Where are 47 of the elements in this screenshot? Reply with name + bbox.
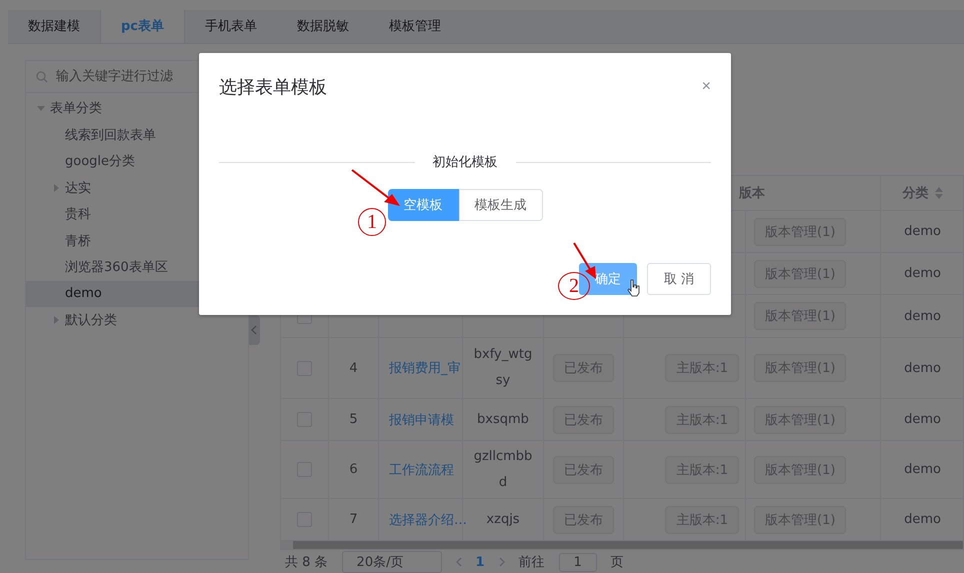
row-index: 5 [349, 412, 358, 427]
chevron-left-icon[interactable] [456, 557, 462, 567]
tab[interactable]: 模板管理 [369, 10, 462, 43]
category-text: demo [904, 462, 941, 477]
template-option[interactable]: 模板生成 [458, 189, 542, 221]
form-name-link[interactable]: 工作流流程 [389, 460, 454, 478]
section-label: 初始化模板 [432, 154, 498, 171]
tab[interactable]: 数据脱敏 [277, 10, 370, 43]
close-button[interactable]: × [702, 78, 711, 96]
category-text: demo [904, 266, 941, 281]
horizontal-scrollbar[interactable] [281, 541, 963, 549]
row-index: 7 [349, 512, 358, 527]
form-name-link[interactable]: 选择器介绍… [389, 510, 467, 528]
page-unit: 页 [610, 554, 624, 571]
annotation-arrow [350, 168, 402, 208]
form-code: bxfy_wtgsy [473, 346, 533, 390]
cancel-button[interactable]: 取 消 [646, 263, 711, 295]
category-text: demo [904, 308, 941, 324]
category-text: demo [904, 412, 941, 427]
tab[interactable]: 数据建模 [8, 10, 100, 43]
step-number: 1 [358, 208, 386, 236]
step-number: 2 [558, 272, 590, 300]
form-name-link[interactable]: 报销申请模 [389, 410, 454, 428]
category-text: demo [904, 360, 941, 376]
form-code: bxsqmb [476, 410, 530, 428]
collapse-handle[interactable] [248, 315, 260, 345]
form-name-link[interactable]: 报销费用_审 [389, 359, 460, 377]
category-text: demo [904, 224, 941, 239]
search-icon [36, 70, 48, 82]
row-index: 6 [349, 462, 358, 477]
page-size-select[interactable]: 20条/页 [342, 551, 442, 573]
row-index: 4 [349, 360, 358, 376]
template-option[interactable]: 空模板 [388, 189, 458, 221]
tab[interactable]: pc表单 [100, 10, 186, 43]
form-code: xzqjs [485, 510, 521, 528]
goto-label: 前往 [518, 554, 545, 571]
hand-cursor-icon [627, 279, 641, 297]
category-text: demo [904, 512, 941, 527]
form-code: gzllcmbbd [473, 448, 533, 492]
sort-icon[interactable] [934, 187, 942, 199]
total-count: 共 8 条 [285, 554, 328, 571]
chevron-left-icon [251, 325, 258, 335]
goto-page-field[interactable]: 1 [558, 552, 597, 572]
chevron-right-icon[interactable] [498, 557, 505, 567]
confirm-button[interactable]: 确定 [578, 263, 637, 295]
tab[interactable]: 手机表单 [185, 10, 278, 43]
page-number[interactable]: 1 [476, 554, 485, 570]
